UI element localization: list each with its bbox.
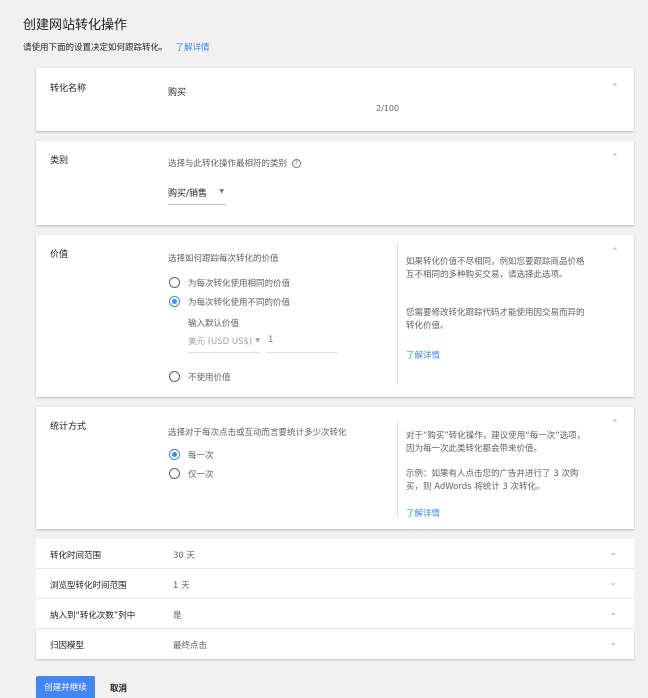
cancel-button[interactable]: 取消 <box>110 682 127 694</box>
option-different-value-label: 为每次转化使用不同的价值 <box>188 298 291 308</box>
chevron-up-icon[interactable]: ⌃ <box>611 84 619 93</box>
conversion-name-label: 转化名称 <box>50 84 87 94</box>
row-attribution-model[interactable]: 归因模型 最终点击 ⌄ <box>36 629 634 659</box>
value-help-text-1: 如果转化价值不尽相同，例如您要跟踪商品价格互不相同的多种购买交易，请选择此选项。 <box>406 257 585 280</box>
row-view-through-window[interactable]: 浏览型转化时间范围 1 天 ⌄ <box>36 569 634 599</box>
value-hint: 选择如何跟踪每次转化的价值 <box>168 254 279 264</box>
dropdown-arrow-icon: ▼ <box>219 188 224 195</box>
subtitle-text: 请使用下面的设置决定如何跟踪转化。 <box>23 43 168 53</box>
row-label: 纳入到“转化次数”列中 <box>50 611 136 621</box>
divider <box>397 243 398 385</box>
conversion-name-input[interactable]: 购买 <box>168 84 403 104</box>
conversion-name-counter: 2/100 <box>376 104 400 113</box>
option-one-label: 仅一次 <box>188 470 214 480</box>
chevron-down-icon: ⌄ <box>609 638 617 648</box>
chevron-down-icon: ⌄ <box>609 608 617 618</box>
conversion-name-card: 转化名称 购买 2/100 ⌃ <box>36 68 634 131</box>
currency-value: 美元 (USD US$) <box>188 337 253 347</box>
page-title: 创建网站转化操作 <box>23 18 128 33</box>
row-label: 转化时间范围 <box>50 551 102 561</box>
counting-card: 统计方式 选择对于每次点击或互动而言要统计多少次转化 每一次 仅一次 对于“购买… <box>36 407 634 529</box>
row-value: 最终点击 <box>173 641 208 651</box>
chevron-down-icon: ⌄ <box>609 548 617 558</box>
radio-one[interactable] <box>169 468 180 479</box>
currency-dropdown[interactable]: 美元 (USD US$) ▼ <box>188 333 260 353</box>
row-include-in-conversions[interactable]: 纳入到“转化次数”列中 是 ⌄ <box>36 599 634 629</box>
chevron-up-icon[interactable]: ⌃ <box>611 420 619 429</box>
value-card: 价值 选择如何跟踪每次转化的价值 为每次转化使用相同的价值 为每次转化使用不同的… <box>36 235 634 397</box>
page-subtitle: 请使用下面的设置决定如何跟踪转化。 了解详情 <box>23 41 210 53</box>
value-help-text-2: 您需要修改转化跟踪代码才能使用因交易而异的转化价值。 <box>406 308 585 331</box>
default-value-input[interactable]: 1 <box>266 333 338 353</box>
category-hint-text: 选择与此转化操作最相符的类别 <box>168 159 288 169</box>
row-value: 是 <box>173 611 182 621</box>
option-every-label: 每一次 <box>188 451 214 461</box>
category-hint: 选择与此转化操作最相符的类别 ? <box>168 157 301 169</box>
counting-help-text-1: 对于“购买”转化操作，建议使用“每一次”选项，因为每一次此类转化都会带来价值。 <box>406 431 586 454</box>
row-value: 1 天 <box>173 581 190 591</box>
chevron-up-icon[interactable]: ⌃ <box>611 154 619 163</box>
create-continue-button[interactable]: 创建并继续 <box>36 676 95 698</box>
category-dropdown[interactable]: 购买/销售 ▼ <box>168 185 226 205</box>
dropdown-arrow-icon: ▼ <box>255 337 260 344</box>
chevron-down-icon: ⌄ <box>609 578 617 588</box>
option-same-value-label: 为每次转化使用相同的价值 <box>188 279 291 289</box>
radio-no-value[interactable] <box>169 371 180 382</box>
chevron-up-icon[interactable]: ⌃ <box>611 248 619 257</box>
category-selected-value: 购买/销售 <box>168 189 208 199</box>
row-label: 浏览型转化时间范围 <box>50 581 127 591</box>
counting-help-text-2: 示例：如果有人点击您的广告并进行了 3 次购买，则 AdWords 将统计 3 … <box>406 469 579 492</box>
value-label: 价值 <box>50 250 69 260</box>
category-label: 类别 <box>50 156 69 166</box>
default-value-label: 输入默认价值 <box>188 319 240 329</box>
radio-every[interactable] <box>169 449 180 460</box>
counting-label: 统计方式 <box>50 422 87 432</box>
counting-learn-more-link[interactable]: 了解详情 <box>406 507 440 519</box>
row-value: 30 天 <box>173 551 196 561</box>
divider <box>397 421 398 517</box>
value-learn-more-link[interactable]: 了解详情 <box>406 349 440 361</box>
row-label: 归因模型 <box>50 641 85 651</box>
header-learn-more-link[interactable]: 了解详情 <box>176 43 210 53</box>
help-icon[interactable]: ? <box>291 159 301 168</box>
radio-same-value[interactable] <box>169 277 180 288</box>
row-conversion-window[interactable]: 转化时间范围 30 天 ⌄ <box>36 539 634 569</box>
counting-hint: 选择对于每次点击或互动而言要统计多少次转化 <box>168 428 347 438</box>
default-value-value: 1 <box>268 335 274 345</box>
option-no-value-label: 不使用价值 <box>188 373 231 383</box>
category-card: 类别 选择与此转化操作最相符的类别 ? 购买/销售 ▼ ⌃ <box>36 141 634 225</box>
conversion-name-value: 购买 <box>168 88 187 98</box>
radio-different-value[interactable] <box>169 296 180 307</box>
